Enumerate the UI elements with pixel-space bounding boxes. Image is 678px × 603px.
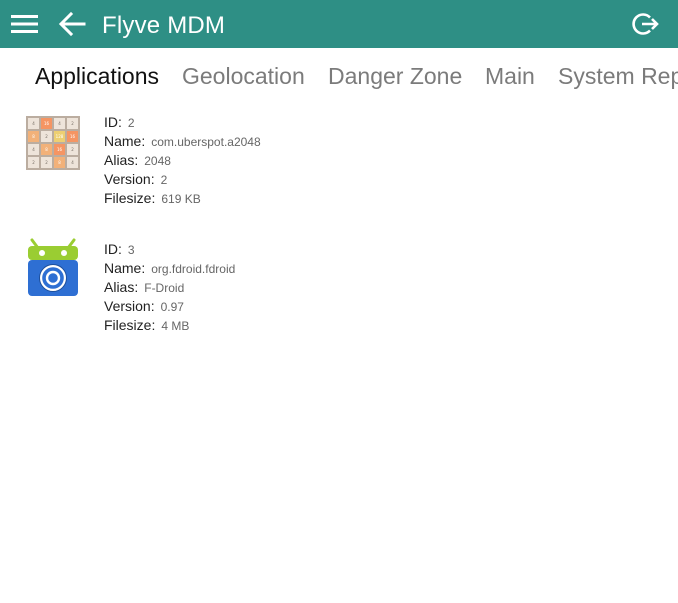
list-item[interactable]: 4 16 4 2 8 2 128 16 4 8 16 2 2 2 8 4 ID:…: [0, 110, 678, 220]
tab-system-report[interactable]: System Rep: [558, 62, 678, 90]
app-version: 2: [160, 173, 168, 187]
name-label: Name:: [104, 133, 146, 149]
svg-text:2: 2: [71, 147, 74, 152]
filesize-label: Filesize:: [104, 317, 156, 333]
app-version-row: Version: 2: [104, 170, 261, 189]
name-label: Name:: [104, 260, 146, 276]
svg-text:16: 16: [70, 134, 76, 139]
2048-game-icon: 4 16 4 2 8 2 128 16 4 8 16 2 2 2 8 4: [26, 116, 80, 170]
app-name: org.fdroid.fdroid: [151, 262, 236, 276]
app-id: 2: [127, 116, 135, 130]
tab-main[interactable]: Main: [485, 62, 535, 90]
svg-text:2: 2: [32, 160, 35, 165]
app-filesize: 619 KB: [161, 192, 201, 206]
alias-label: Alias:: [104, 279, 139, 295]
id-label: ID:: [104, 114, 122, 130]
svg-text:4: 4: [32, 147, 35, 152]
svg-text:4: 4: [32, 121, 35, 126]
tab-danger-zone[interactable]: Danger Zone: [328, 62, 462, 90]
fdroid-icon: [28, 238, 78, 296]
arrow-left-icon[interactable]: [58, 10, 86, 38]
app-details: ID: 2 Name: com.uberspot.a2048 Alias: 2048 …: [104, 113, 261, 208]
filesize-label: Filesize:: [104, 190, 156, 206]
version-label: Version:: [104, 171, 155, 187]
svg-text:8: 8: [58, 160, 61, 165]
app-version: 0.97: [160, 300, 184, 314]
hamburger-menu-icon[interactable]: [11, 13, 38, 35]
svg-text:128: 128: [56, 134, 64, 139]
svg-text:2: 2: [45, 134, 48, 139]
tab-bar: Applications Geolocation Danger Zone Mai…: [0, 48, 678, 104]
svg-text:16: 16: [57, 147, 63, 152]
app-filesize-row: Filesize: 619 KB: [104, 189, 261, 208]
app-name-row: Name: org.fdroid.fdroid: [104, 259, 235, 278]
list-item[interactable]: ID: 3 Name: org.fdroid.fdroid Alias: F-Droi…: [0, 237, 678, 347]
app-filesize-row: Filesize: 4 MB: [104, 316, 235, 335]
app-id: 3: [127, 243, 135, 257]
svg-text:4: 4: [71, 160, 74, 165]
app-filesize: 4 MB: [161, 319, 190, 333]
tab-geolocation[interactable]: Geolocation: [182, 62, 305, 90]
app-version-row: Version: 0.97: [104, 297, 235, 316]
alias-label: Alias:: [104, 152, 139, 168]
svg-text:8: 8: [32, 134, 35, 139]
app-title: Flyve MDM: [102, 12, 226, 39]
tab-applications[interactable]: Applications: [35, 62, 159, 90]
version-label: Version:: [104, 298, 155, 314]
app-alias-row: Alias: F-Droid: [104, 278, 235, 297]
svg-text:16: 16: [44, 121, 50, 126]
app-alias-row: Alias: 2048: [104, 151, 261, 170]
app-id-row: ID: 2: [104, 113, 261, 132]
svg-text:4: 4: [58, 121, 61, 126]
app-details: ID: 3 Name: org.fdroid.fdroid Alias: F-Droi…: [104, 240, 235, 335]
logout-icon[interactable]: [631, 11, 659, 37]
app-alias: 2048: [144, 154, 171, 168]
svg-text:2: 2: [71, 121, 74, 126]
app-alias: F-Droid: [144, 281, 185, 295]
svg-text:2: 2: [45, 160, 48, 165]
id-label: ID:: [104, 241, 122, 257]
app-name: com.uberspot.a2048: [151, 135, 261, 149]
svg-text:8: 8: [45, 147, 48, 152]
app-name-row: Name: com.uberspot.a2048: [104, 132, 261, 151]
app-bar: Flyve MDM: [0, 0, 678, 48]
app-id-row: ID: 3: [104, 240, 235, 259]
